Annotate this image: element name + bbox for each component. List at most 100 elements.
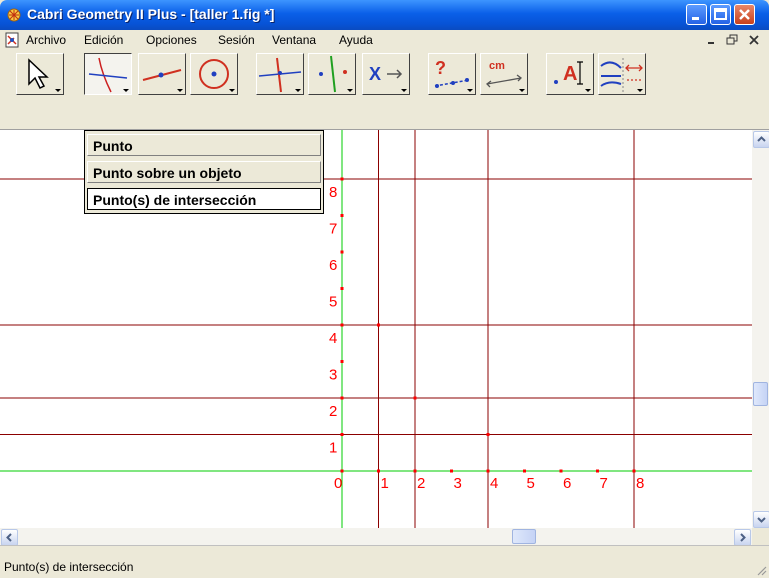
- y-axis-label-4[interactable]: 4: [329, 330, 337, 347]
- document-icon[interactable]: [4, 32, 20, 48]
- status-text: Punto(s) de intersección: [4, 560, 134, 574]
- draw-tool[interactable]: [598, 53, 646, 95]
- status-bar: Punto(s) de intersección: [0, 545, 769, 578]
- transform-tool[interactable]: [308, 53, 356, 95]
- chevron-down-icon: [757, 517, 766, 523]
- chevron-up-icon: [757, 136, 766, 142]
- horizontal-scrollbar[interactable]: [0, 528, 752, 546]
- menu-item-punto-sobre-objeto[interactable]: Punto sobre un objeto: [87, 161, 321, 183]
- y-axis-label-3[interactable]: 3: [329, 367, 337, 384]
- intersection-point-4-1[interactable]: [486, 433, 490, 436]
- macro-icon: X: [369, 64, 403, 84]
- x-axis-point-6[interactable]: [559, 469, 563, 473]
- x-axis-point-3[interactable]: [450, 469, 453, 473]
- symmetry-icon: [319, 55, 347, 93]
- menu-bar: Archivo Edición Opciones Sesión Ventana …: [0, 30, 769, 50]
- menu-ayuda[interactable]: Ayuda: [339, 33, 373, 47]
- x-axis-label-3[interactable]: 3: [454, 475, 462, 492]
- menu-item-punto[interactable]: Punto: [87, 134, 321, 156]
- intersection-point-1-4[interactable]: [377, 323, 380, 327]
- x-axis-label-2[interactable]: 2: [417, 475, 425, 492]
- line-icon: [142, 69, 182, 81]
- measure-tool[interactable]: cm: [480, 53, 528, 95]
- y-axis-label-7[interactable]: 7: [329, 221, 337, 238]
- perpendicular-icon: [258, 57, 302, 93]
- x-axis-label-6[interactable]: 6: [563, 475, 571, 492]
- x-axis-point-4[interactable]: [486, 469, 490, 473]
- mdi-restore-icon[interactable]: [726, 34, 738, 46]
- x-axis-label-1[interactable]: 1: [381, 475, 389, 492]
- y-axis-point-6[interactable]: [340, 250, 344, 254]
- horizontal-scroll-thumb[interactable]: [512, 529, 536, 544]
- x-axis-label-7[interactable]: 7: [600, 475, 608, 492]
- svg-text:X: X: [369, 64, 381, 84]
- chevron-left-icon: [6, 533, 12, 542]
- menu-ventana[interactable]: Ventana: [272, 33, 316, 47]
- x-axis-point-8[interactable]: [632, 469, 636, 473]
- scroll-left-button[interactable]: [1, 529, 18, 546]
- minimize-button[interactable]: [686, 4, 707, 25]
- arrow-pointer-icon: [28, 58, 49, 90]
- y-axis-point-3[interactable]: [340, 360, 344, 363]
- cabri-app-icon[interactable]: [6, 7, 22, 23]
- scroll-up-button[interactable]: [753, 131, 769, 148]
- draw-style-icon: [600, 58, 643, 92]
- y-axis-label-6[interactable]: 6: [329, 257, 337, 274]
- resize-grip-icon[interactable]: [755, 564, 767, 576]
- menu-item-punto-interseccion[interactable]: Punto(s) de intersección: [87, 188, 321, 210]
- pointer-tool[interactable]: [16, 53, 64, 95]
- y-axis-point-1[interactable]: [340, 433, 344, 436]
- close-button[interactable]: [734, 4, 755, 25]
- maximize-button[interactable]: [710, 4, 731, 25]
- menu-sesion[interactable]: Sesión: [218, 33, 255, 47]
- question-icon: ?: [434, 58, 470, 88]
- display-tool[interactable]: A: [546, 53, 594, 95]
- point-tool[interactable]: [84, 53, 132, 95]
- ruler-cm-icon: cm: [486, 60, 522, 88]
- title-bar[interactable]: Cabri Geometry II Plus - [taller 1.fig *…: [0, 0, 769, 30]
- y-axis-point-2[interactable]: [340, 396, 344, 400]
- y-axis-label-2[interactable]: 2: [329, 403, 337, 420]
- y-axis-point-7[interactable]: [340, 214, 344, 217]
- x-axis-point-5[interactable]: [523, 469, 526, 473]
- point-intersection-icon: [88, 57, 128, 93]
- vertical-scroll-thumb[interactable]: [753, 382, 768, 406]
- point-tool-menu: Punto Punto sobre un objeto Punto(s) de …: [84, 130, 324, 214]
- x-axis-point-7[interactable]: [596, 469, 599, 473]
- mdi-close-icon[interactable]: [748, 34, 760, 46]
- x-axis-label-8[interactable]: 8: [636, 475, 644, 492]
- y-axis-label-5[interactable]: 5: [329, 294, 337, 311]
- menu-opciones[interactable]: Opciones: [146, 33, 197, 47]
- check-property-tool[interactable]: ?: [428, 53, 476, 95]
- chevron-right-icon: [740, 533, 746, 542]
- circle-icon: [199, 59, 229, 89]
- svg-text:A: A: [563, 63, 577, 85]
- svg-text:cm: cm: [489, 60, 505, 72]
- scroll-right-button[interactable]: [734, 529, 751, 546]
- vertical-scrollbar[interactable]: [752, 130, 769, 528]
- macro-tool[interactable]: X: [362, 53, 410, 95]
- y-axis-label-1[interactable]: 1: [329, 440, 337, 457]
- scroll-down-button[interactable]: [753, 511, 769, 528]
- y-axis-point-4[interactable]: [340, 323, 344, 327]
- x-axis-label-5[interactable]: 5: [527, 475, 535, 492]
- y-axis-point-8[interactable]: [340, 177, 344, 181]
- line-tool[interactable]: [138, 53, 186, 95]
- menu-archivo[interactable]: Archivo: [26, 33, 66, 47]
- toolbar: X ? cm A: [0, 50, 769, 130]
- circle-tool[interactable]: [190, 53, 238, 95]
- x-axis-point-2[interactable]: [413, 469, 417, 473]
- text-label-icon: A: [554, 61, 583, 85]
- x-axis-label-0[interactable]: 0: [334, 475, 342, 492]
- window-title: Cabri Geometry II Plus - [taller 1.fig *…: [27, 6, 275, 22]
- x-axis-point-0[interactable]: [340, 469, 344, 473]
- mdi-minimize-icon[interactable]: [706, 34, 718, 46]
- intersection-point-2-2[interactable]: [413, 396, 417, 400]
- x-axis-point-1[interactable]: [377, 469, 380, 473]
- x-axis-label-4[interactable]: 4: [490, 475, 498, 492]
- y-axis-point-5[interactable]: [340, 287, 344, 290]
- construct-tool[interactable]: [256, 53, 304, 95]
- scrollbar-corner: [752, 528, 769, 545]
- y-axis-label-8[interactable]: 8: [329, 184, 337, 201]
- menu-edicion[interactable]: Edición: [84, 33, 123, 47]
